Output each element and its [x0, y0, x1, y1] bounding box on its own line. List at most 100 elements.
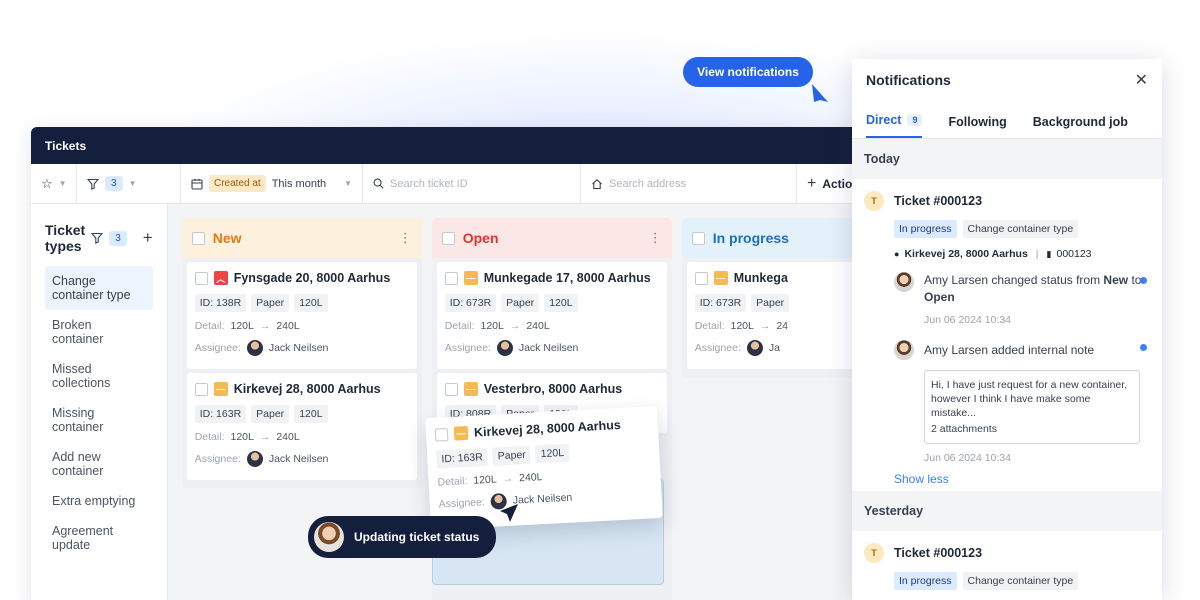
- card-checkbox[interactable]: [194, 382, 208, 396]
- notifications-title: Notifications: [866, 72, 951, 88]
- assignee-avatar: [246, 340, 263, 356]
- group-heading-yesterday: Yesterday: [852, 491, 1162, 531]
- status-badge: In progress: [894, 572, 957, 590]
- notification-item[interactable]: T Ticket #000123 In progress Change cont…: [852, 179, 1162, 491]
- search-address-input[interactable]: Search address: [581, 164, 797, 203]
- detail-from: 120L: [230, 320, 254, 332]
- tab-following[interactable]: Following: [948, 115, 1006, 138]
- search-ticket-input[interactable]: Search ticket ID: [363, 164, 581, 203]
- column-title: New: [212, 230, 242, 246]
- activity-text: Amy Larsen added internal note: [924, 342, 1095, 357]
- ticket-types-sidebar: Ticket types 3 + Change container type B…: [31, 204, 168, 600]
- detail-from: 120L: [480, 320, 504, 332]
- column-checkbox[interactable]: [441, 231, 455, 245]
- material-tag: Paper: [501, 294, 540, 312]
- card-title: Vesterbro, 8000 Aarhus: [483, 382, 623, 396]
- ticket-address: Kirkevej 28, 8000 Aarhus: [904, 248, 1028, 260]
- sidebar-item-add-new-container[interactable]: Add new container: [45, 442, 153, 486]
- notification-item[interactable]: T Ticket #000123 In progress Change cont…: [852, 531, 1162, 590]
- ticket-type-badge: Change container type: [962, 220, 1079, 238]
- plus-icon: +: [807, 174, 817, 192]
- user-avatar: [894, 340, 914, 360]
- notifications-tabs: Direct 9 Following Background job: [852, 101, 1162, 139]
- size-tag: 120L: [544, 294, 578, 312]
- note-text: Hi, I have just request for a new contai…: [931, 379, 1128, 419]
- assignee-name: Jack Neilsen: [518, 342, 579, 354]
- sidebar-item-change-container-type[interactable]: Change container type: [45, 266, 153, 310]
- user-avatar: [894, 272, 914, 292]
- card-checkbox[interactable]: [694, 271, 708, 285]
- ticket-card[interactable]: ︿ Fynsgade 20, 8000 Aarhus ID: 138R Pape…: [186, 262, 417, 369]
- ticket-card[interactable]: — Munkegade 17, 8000 Aarhus ID: 673R Pap…: [436, 262, 667, 369]
- sidebar-item-agreement-update[interactable]: Agreement update: [45, 516, 153, 560]
- card-checkbox[interactable]: [444, 271, 458, 285]
- tab-label: Direct: [866, 113, 902, 127]
- internal-note-box[interactable]: Hi, I have just request for a new contai…: [924, 370, 1140, 444]
- activity-internal-note: Amy Larsen added internal note: [894, 340, 1150, 360]
- assignee-name: Ja: [768, 342, 780, 354]
- tab-direct[interactable]: Direct 9: [866, 113, 923, 138]
- calendar-icon: [191, 178, 203, 190]
- priority-medium-icon: —: [713, 271, 728, 285]
- show-less-link[interactable]: Show less: [894, 472, 1150, 486]
- size-tag: 120L: [294, 294, 328, 312]
- column-checkbox[interactable]: [191, 231, 205, 245]
- view-notifications-button[interactable]: View notifications: [683, 57, 813, 87]
- updating-status-pill: Updating ticket status: [308, 516, 496, 558]
- detail-label: Detail:: [194, 320, 225, 332]
- activity-text: Amy Larsen changed status from: [924, 273, 1104, 287]
- card-checkbox[interactable]: [434, 427, 449, 442]
- container-id: 000123: [1056, 248, 1092, 260]
- detail-from: 120L: [730, 320, 754, 332]
- filter-icon[interactable]: [91, 232, 104, 244]
- status-from: New: [1103, 273, 1129, 287]
- window-title: Tickets: [31, 127, 891, 164]
- size-tag: 120L: [294, 405, 328, 423]
- add-ticket-type-icon[interactable]: +: [143, 228, 153, 248]
- arrow-right-icon: →: [502, 472, 514, 486]
- more-options-icon[interactable]: ⋮: [399, 230, 412, 246]
- size-tag: 120L: [534, 443, 570, 464]
- filter-dropdown[interactable]: 3 ▼: [77, 164, 181, 203]
- star-icon: ☆: [41, 175, 53, 191]
- close-icon[interactable]: ✕: [1135, 70, 1148, 90]
- assignee-avatar: [746, 340, 763, 356]
- detail-to: 24: [776, 320, 789, 332]
- sidebar-item-broken-container[interactable]: Broken container: [45, 310, 153, 354]
- chevron-down-icon: ▼: [58, 179, 67, 188]
- detail-label: Detail:: [437, 475, 468, 489]
- detail-from: 120L: [230, 431, 254, 443]
- note-attachments[interactable]: 2 attachments: [931, 422, 1133, 436]
- drag-cursor-icon: [500, 504, 518, 522]
- assignee-label: Assignee:: [194, 342, 241, 354]
- tab-background-job[interactable]: Background job: [1033, 115, 1128, 138]
- detail-to: 240L: [526, 320, 550, 332]
- column-checkbox[interactable]: [691, 231, 705, 245]
- date-range-value: This month: [271, 177, 327, 190]
- dragged-ticket-card[interactable]: — Kirkevej 28, 8000 Aarhus ID: 163R Pape…: [424, 406, 663, 530]
- search-ticket-placeholder: Search ticket ID: [390, 177, 468, 190]
- sidebar-item-missing-container[interactable]: Missing container: [45, 398, 153, 442]
- priority-medium-icon: —: [453, 425, 469, 441]
- separator: |: [1035, 248, 1039, 260]
- date-range-dropdown[interactable]: Created at This month ▼: [181, 164, 363, 203]
- arrow-right-icon: →: [759, 320, 771, 332]
- card-title: Kirkevej 28, 8000 Aarhus: [233, 382, 381, 396]
- column-header: New ⋮: [181, 218, 422, 258]
- assignee-avatar: [496, 340, 513, 356]
- card-title: Kirkevej 28, 8000 Aarhus: [473, 417, 621, 440]
- detail-to: 240L: [276, 431, 300, 443]
- favorites-dropdown[interactable]: ☆ ▼: [31, 164, 77, 203]
- search-address-placeholder: Search address: [609, 177, 687, 190]
- ticket-card[interactable]: — Kirkevej 28, 8000 Aarhus ID: 163R Pape…: [186, 373, 417, 480]
- card-checkbox[interactable]: [444, 382, 458, 396]
- card-checkbox[interactable]: [194, 271, 208, 285]
- more-options-icon[interactable]: ⋮: [649, 230, 662, 246]
- group-heading-today: Today: [852, 139, 1162, 179]
- priority-medium-icon: —: [463, 271, 478, 285]
- filter-icon: [87, 178, 99, 190]
- material-tag: Paper: [251, 294, 290, 312]
- sidebar-item-missed-collections[interactable]: Missed collections: [45, 354, 153, 398]
- sidebar-item-extra-emptying[interactable]: Extra emptying: [45, 486, 153, 516]
- assignee-avatar: [246, 451, 263, 467]
